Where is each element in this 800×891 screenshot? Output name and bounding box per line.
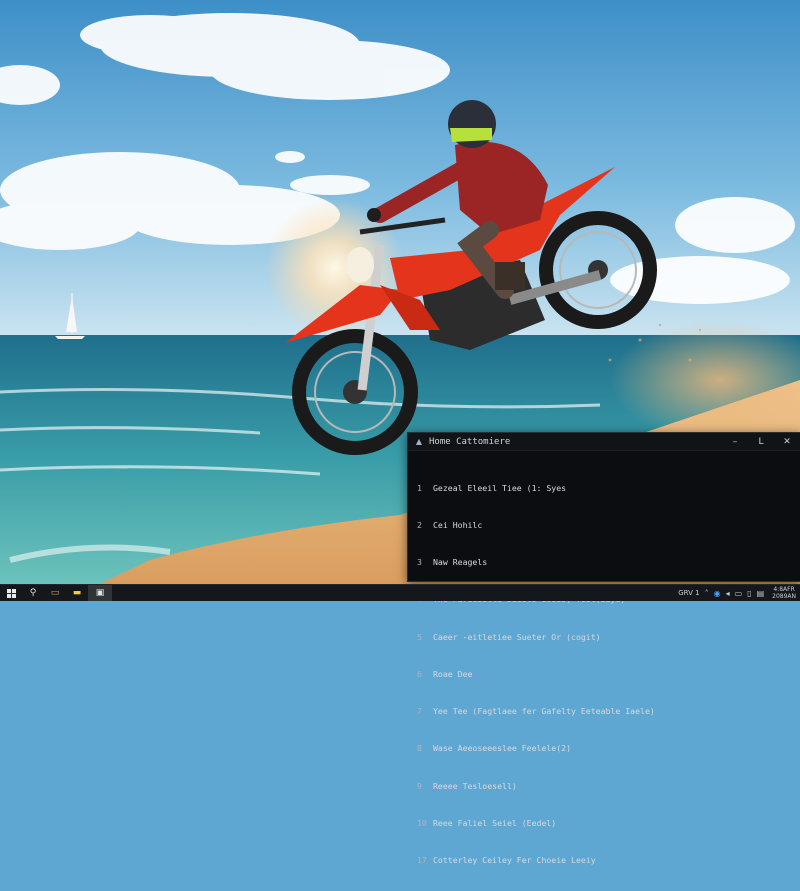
network-icon[interactable]: ◉: [714, 589, 721, 598]
window-title: Home Cattomiere: [429, 436, 511, 447]
line-text: Cei Hohilc: [433, 520, 483, 531]
tray-label[interactable]: GRV 1: [678, 589, 699, 597]
console-line: 9 Reeee Tesloesell): [417, 780, 792, 792]
console-line: 7 Yee Tee (Fagtlaee fer Gafelty Eeteable …: [417, 705, 792, 717]
line-number: 9: [417, 780, 422, 791]
search-icon[interactable]: ⚲: [22, 585, 44, 601]
system-tray: GRV 1 ˄ ◉ ◂ ▭ ▯ ▤ 4:8AFR 2089AN: [678, 586, 800, 600]
line-number: 3: [417, 557, 422, 568]
line-number: 5: [417, 631, 422, 642]
line-text: Reee Faliel Seiel (Eedel): [433, 817, 557, 828]
console-line: 8 Wase Aeeoseeeslee Feelele(2): [417, 742, 792, 754]
speaker-icon[interactable]: ◂: [726, 589, 730, 598]
line-number: 8: [417, 743, 422, 754]
line-text: Naw Reagels: [433, 557, 488, 568]
line-number: 17: [417, 855, 427, 865]
terminal-icon[interactable]: ▣: [88, 585, 112, 601]
clock-date: 2089AN: [772, 593, 796, 600]
console-line: 1 Gezeal Eleeil Tiee (1: Syes: [417, 482, 792, 494]
line-number: 2: [417, 520, 422, 531]
notification-icon[interactable]: ▤: [757, 589, 765, 598]
window-titlebar[interactable]: ▲ Home Cattomiere – L ✕: [408, 433, 800, 451]
close-button[interactable]: ✕: [774, 433, 800, 450]
console-line: 10 Reee Faliel Seiel (Eedel): [417, 817, 792, 829]
clock-time: 4:8AFR: [773, 586, 795, 593]
minimize-button[interactable]: –: [722, 433, 748, 450]
line-text: Yee Tee (Fagtlaee fer Gafelty Eeteable I…: [433, 706, 655, 717]
clock[interactable]: 4:8AFR 2089AN: [772, 586, 796, 600]
maximize-button[interactable]: L: [748, 433, 774, 450]
chevron-up-icon[interactable]: ˄: [705, 589, 709, 598]
console-line: 2 Cei Hohilc: [417, 519, 792, 531]
line-text: Cotterley Ceiley Fer Choeie Leeiy: [433, 855, 596, 865]
line-text: Wase Aeeoseeeslee Feelele(2): [433, 743, 572, 754]
line-number: 7: [417, 706, 422, 717]
battery-icon[interactable]: ▯: [747, 589, 751, 598]
line-text: Gezeal Eleeil Tiee (1: Syes: [433, 482, 567, 493]
console-output[interactable]: 1 Gezeal Eleeil Tiee (1: Syes 2 Cei Hohilc…: [408, 451, 800, 891]
console-line: 5 Caeer -eitletiee Sueter Or (cogit): [417, 631, 792, 643]
display-icon[interactable]: ▭: [735, 589, 743, 598]
line-text: Caeer -eitletiee Sueter Or (cogit): [433, 631, 601, 642]
line-text: Reeee Tesloesell): [433, 780, 517, 791]
line-text: Roae Dee: [433, 668, 473, 679]
console-line: 17 Cotterley Ceiley Fer Choeie Leeiy: [417, 854, 792, 866]
console-line: 6 Roae Dee: [417, 668, 792, 680]
console-line: 3 Naw Reagels: [417, 556, 792, 568]
app-icon: ▲: [415, 437, 423, 446]
line-number: 6: [417, 668, 422, 679]
taskbar: ⚲ ▭ ▬ ▣ GRV 1 ˄ ◉ ◂ ▭ ▯ ▤ 4:8AFR 2089AN: [0, 584, 800, 601]
line-number: 1: [417, 482, 422, 493]
terminal-window[interactable]: ▲ Home Cattomiere – L ✕ 1 Gezeal Eleeil T…: [407, 432, 800, 865]
windows-logo-icon: [6, 588, 16, 598]
browser-icon[interactable]: ▭: [44, 585, 66, 601]
folder-icon[interactable]: ▬: [66, 585, 88, 601]
windows-start-icon[interactable]: [0, 585, 22, 601]
line-number: 10: [417, 817, 427, 828]
